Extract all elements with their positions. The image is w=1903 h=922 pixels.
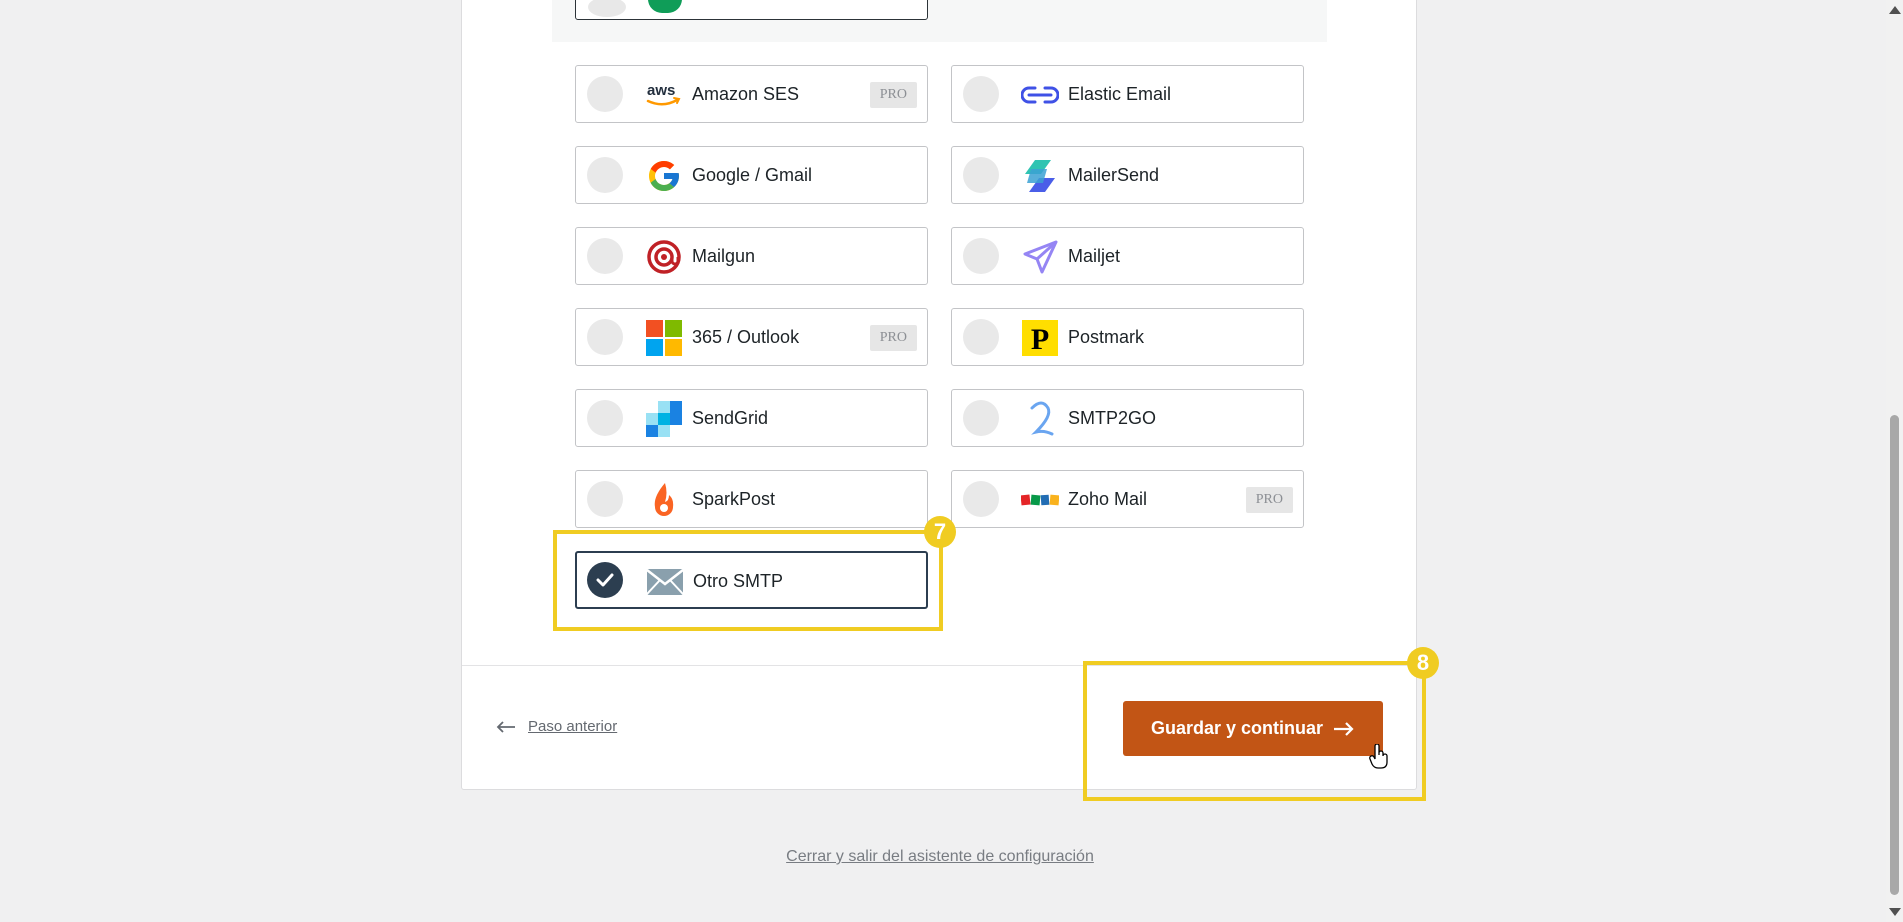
mailjet-icon — [1021, 238, 1059, 276]
mailer-label: Amazon SES — [692, 84, 800, 104]
exit-wizard-label: Cerrar y salir del asistente de configur… — [786, 848, 1094, 865]
radio-button[interactable] — [587, 319, 623, 355]
step-badge-7: 7 — [924, 516, 956, 548]
previous-option-partial[interactable] — [575, 0, 928, 20]
mailer-option-mailgun[interactable]: Mailgun — [575, 227, 928, 285]
previous-step-label: Paso anterior — [528, 718, 618, 735]
arrow-left-icon — [496, 720, 515, 733]
radio-button[interactable] — [963, 76, 999, 112]
exit-wizard-link[interactable]: Cerrar y salir del asistente de configur… — [0, 848, 1880, 866]
sparkpost-icon — [645, 481, 683, 519]
mailer-label: MailerSend — [1068, 165, 1160, 185]
radio-button[interactable] — [963, 319, 999, 355]
save-and-continue-label: Guardar y continuar — [1150, 718, 1324, 738]
mailer-option-google-gmail[interactable]: Google / Gmail — [575, 146, 928, 204]
mailer-option-smtp2go[interactable]: SMTP2GO — [951, 389, 1304, 447]
pro-badge: PRO — [869, 325, 917, 351]
scroll-down-arrow-icon[interactable] — [1889, 908, 1901, 916]
radio-button[interactable] — [587, 400, 623, 436]
mailer-option-mailersend[interactable]: MailerSend — [951, 146, 1304, 204]
mailersend-icon — [1021, 157, 1059, 195]
mailer-option-postmark[interactable]: P Postmark — [951, 308, 1304, 366]
mailgun-icon — [645, 238, 683, 276]
radio-button[interactable] — [963, 157, 999, 193]
arrow-right-icon — [1334, 721, 1354, 736]
pro-badge: PRO — [869, 82, 917, 108]
svg-text:aws: aws — [647, 82, 675, 99]
mailer-option-outlook-365[interactable]: 365 / Outlook PRO — [575, 308, 928, 366]
postmark-icon: P — [1021, 319, 1059, 357]
mailer-option-sendgrid[interactable]: SendGrid — [575, 389, 928, 447]
mailer-option-elastic-email[interactable]: Elastic Email — [951, 65, 1304, 123]
vertical-scrollbar[interactable] — [1886, 0, 1903, 922]
mailer-label: Elastic Email — [1068, 84, 1172, 104]
sendgrid-icon — [645, 400, 683, 438]
mailer-option-sparkpost[interactable]: SparkPost — [575, 470, 928, 528]
mailer-label: SMTP2GO — [1068, 408, 1157, 428]
mailer-label: Otro SMTP — [693, 571, 784, 591]
mailer-option-mailjet[interactable]: Mailjet — [951, 227, 1304, 285]
mailer-option-other-smtp[interactable]: Otro SMTP — [575, 551, 928, 609]
previous-step-link[interactable]: Paso anterior — [496, 718, 617, 735]
radio-button-checked[interactable] — [587, 562, 623, 598]
mailer-label: Mailjet — [1068, 246, 1121, 266]
step-badge-8: 8 — [1407, 647, 1439, 679]
footer-divider — [462, 665, 1416, 666]
zoho-icon — [1021, 481, 1059, 519]
radio-button[interactable] — [587, 481, 623, 517]
mailer-label: SparkPost — [692, 489, 776, 509]
mailer-label: Mailgun — [692, 246, 756, 266]
radio-button[interactable] — [587, 76, 623, 112]
checkmark-icon — [596, 573, 614, 587]
mailer-option-amazon-ses[interactable]: aws Amazon SES PRO — [575, 65, 928, 123]
mailer-label: Google / Gmail — [692, 165, 813, 185]
radio-button[interactable] — [963, 481, 999, 517]
aws-icon: aws — [645, 76, 683, 114]
mailer-label: 365 / Outlook — [692, 327, 800, 347]
scroll-up-arrow-icon[interactable] — [1889, 6, 1901, 14]
radio-button[interactable] — [963, 238, 999, 274]
elastic-email-icon — [1021, 76, 1059, 114]
google-icon — [645, 157, 683, 195]
radio-partial — [588, 0, 626, 17]
microsoft-icon — [645, 319, 683, 357]
mailer-label: Zoho Mail — [1068, 489, 1148, 509]
smtp2go-icon — [1021, 400, 1059, 438]
mailer-option-zoho-mail[interactable]: Zoho Mail PRO — [951, 470, 1304, 528]
pro-badge: PRO — [1245, 487, 1293, 513]
mailer-label: SendGrid — [692, 408, 769, 428]
radio-button[interactable] — [587, 157, 623, 193]
radio-button[interactable] — [587, 238, 623, 274]
mailer-label: Postmark — [1068, 327, 1145, 347]
scrollbar-thumb[interactable] — [1890, 415, 1899, 895]
logo-partial-icon — [648, 0, 682, 13]
svg-text:P: P — [1031, 323, 1049, 356]
save-and-continue-button[interactable]: Guardar y continuar — [1123, 701, 1383, 756]
envelope-icon — [646, 563, 684, 601]
hand-cursor-icon — [1369, 743, 1389, 775]
radio-button[interactable] — [963, 400, 999, 436]
